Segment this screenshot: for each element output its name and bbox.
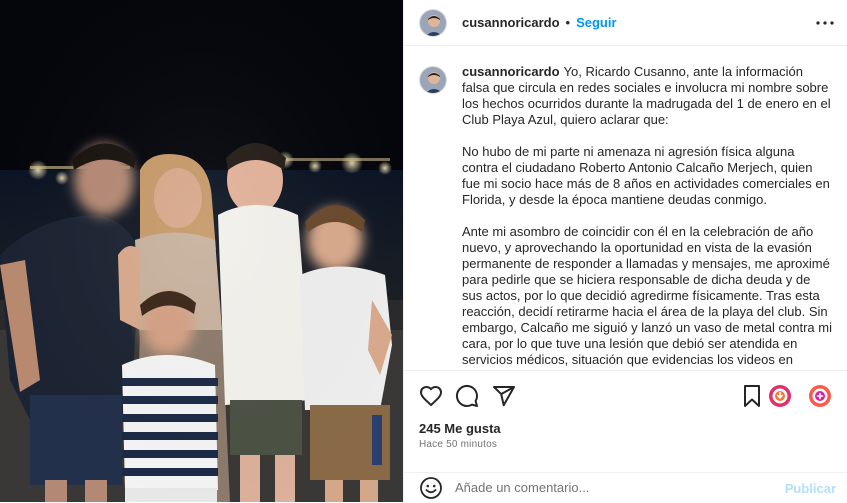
caption-paragraph-3: Ante mi asombro de coincidir con él en l… <box>462 224 832 370</box>
avatar-image <box>420 9 446 36</box>
header-username[interactable]: cusannoricardo <box>462 15 560 30</box>
caption-text: cusannoricardo Yo, Ricardo Cusanno, ante … <box>462 64 832 370</box>
more-options-glyph <box>816 21 834 25</box>
gift-badge-icon[interactable] <box>807 383 833 409</box>
caption-paragraph: cusannoricardo Yo, Ricardo Cusanno, ante … <box>462 64 832 128</box>
bookmark-icon[interactable] <box>739 383 765 409</box>
emoji-glyph <box>420 476 442 499</box>
comment-input[interactable] <box>455 480 775 495</box>
share-icon[interactable] <box>491 383 517 409</box>
gift-badge-glyph <box>809 385 831 407</box>
comment-icon[interactable] <box>454 383 480 409</box>
post-photo[interactable] <box>0 0 403 502</box>
post-timestamp[interactable]: Hace 50 minutos <box>419 439 497 450</box>
profile-avatar[interactable] <box>419 8 447 37</box>
caption-avatar[interactable] <box>419 66 447 94</box>
fav-badge-icon[interactable] <box>767 383 793 409</box>
caption-avatar-image <box>420 67 446 93</box>
heart-icon[interactable] <box>418 383 444 409</box>
post-header: cusannoricardo • Seguir <box>404 0 847 46</box>
caption-area[interactable]: cusannoricardo Yo, Ricardo Cusanno, ante … <box>404 52 847 370</box>
share-glyph <box>493 386 515 407</box>
comment-bar: Publicar <box>404 472 847 502</box>
emoji-icon[interactable] <box>419 476 443 500</box>
comment-glyph <box>455 384 478 407</box>
fav-badge-glyph <box>769 385 791 407</box>
family-photo-illustration <box>0 0 403 502</box>
post-side-panel: cusannoricardo • Seguir cusannoricardo Y… <box>403 0 847 502</box>
header-separator: • <box>565 15 571 30</box>
like-count[interactable]: 245 Me gusta <box>419 421 501 436</box>
more-options-icon[interactable] <box>814 12 836 34</box>
heart-glyph <box>419 385 443 407</box>
instagram-post: cusannoricardo • Seguir cusannoricardo Y… <box>0 0 847 502</box>
bookmark-glyph <box>744 385 760 407</box>
publish-button[interactable]: Publicar <box>785 481 836 496</box>
follow-button[interactable]: Seguir <box>576 15 616 30</box>
action-bar <box>404 370 847 420</box>
caption-username[interactable]: cusannoricardo <box>462 64 560 79</box>
caption-paragraph-2: No hubo de mi parte ni amenaza ni agresi… <box>462 144 830 207</box>
